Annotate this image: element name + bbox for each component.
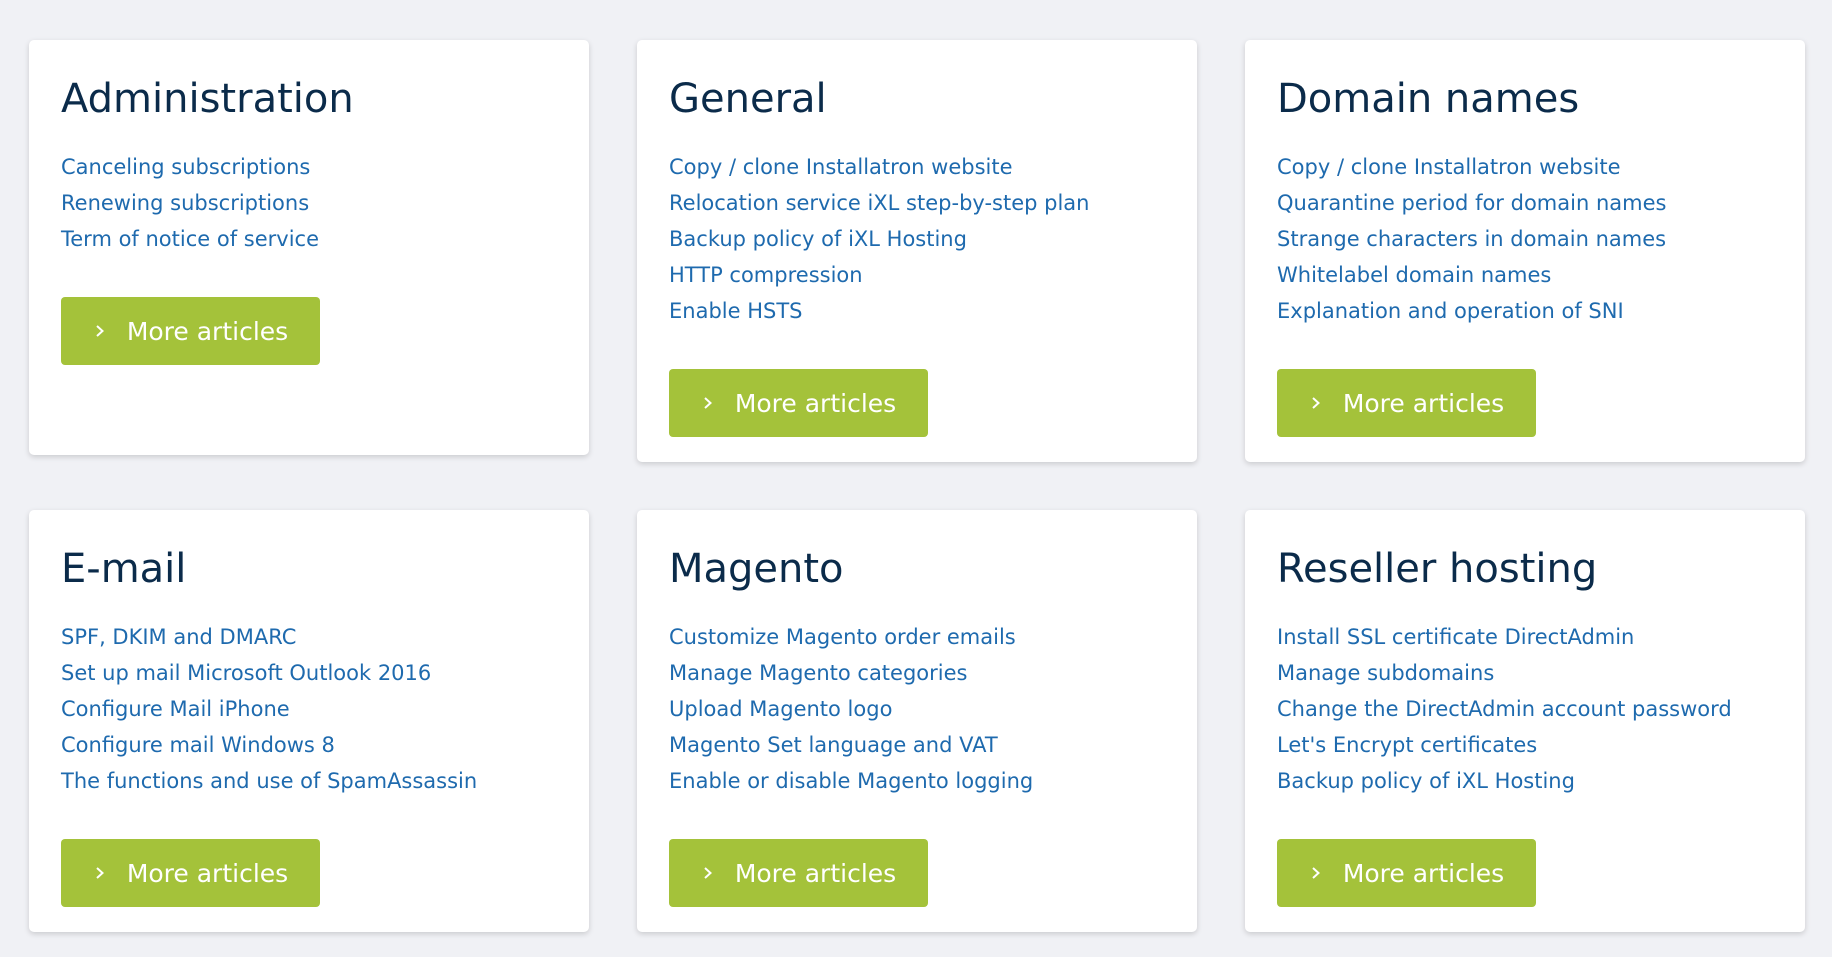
list-item: Whitelabel domain names bbox=[1277, 257, 1773, 293]
article-list: Canceling subscriptions Renewing subscri… bbox=[61, 149, 557, 257]
chevron-right-icon bbox=[701, 866, 715, 880]
chevron-right-icon bbox=[1309, 866, 1323, 880]
more-articles-label: More articles bbox=[126, 316, 289, 346]
list-item: Backup policy of iXL Hosting bbox=[669, 221, 1165, 257]
article-link[interactable]: Upload Magento logo bbox=[669, 697, 892, 721]
list-item: Explanation and operation of SNI bbox=[1277, 293, 1773, 329]
article-link[interactable]: SPF, DKIM and DMARC bbox=[61, 625, 296, 649]
more-articles-button[interactable]: More articles bbox=[61, 839, 320, 907]
list-item: Change the DirectAdmin account password bbox=[1277, 691, 1773, 727]
article-link[interactable]: HTTP compression bbox=[669, 263, 863, 287]
category-card-domain-names: Domain names Copy / clone Installatron w… bbox=[1245, 40, 1805, 462]
category-card-reseller-hosting: Reseller hosting Install SSL certificate… bbox=[1245, 510, 1805, 932]
list-item: Magento Set language and VAT bbox=[669, 727, 1165, 763]
card-title: Domain names bbox=[1277, 76, 1580, 122]
list-item: Quarantine period for domain names bbox=[1277, 185, 1773, 221]
list-item: Enable HSTS bbox=[669, 293, 1165, 329]
more-articles-button[interactable]: More articles bbox=[1277, 839, 1536, 907]
list-item: Customize Magento order emails bbox=[669, 619, 1165, 655]
card-title: Reseller hosting bbox=[1277, 546, 1598, 592]
list-item: Enable or disable Magento logging bbox=[669, 763, 1165, 799]
article-list: SPF, DKIM and DMARC Set up mail Microsof… bbox=[61, 619, 557, 799]
chevron-right-icon bbox=[93, 324, 107, 338]
article-list: Copy / clone Installatron website Reloca… bbox=[669, 149, 1165, 329]
article-link[interactable]: Customize Magento order emails bbox=[669, 625, 1016, 649]
article-link[interactable]: Enable or disable Magento logging bbox=[669, 769, 1033, 793]
article-list: Customize Magento order emails Manage Ma… bbox=[669, 619, 1165, 799]
article-link[interactable]: The functions and use of SpamAssassin bbox=[61, 769, 477, 793]
article-link[interactable]: Quarantine period for domain names bbox=[1277, 191, 1666, 215]
more-articles-label: More articles bbox=[1342, 388, 1505, 418]
article-link[interactable]: Copy / clone Installatron website bbox=[1277, 155, 1621, 179]
category-card-administration: Administration Canceling subscriptions R… bbox=[29, 40, 589, 455]
list-item: Copy / clone Installatron website bbox=[669, 149, 1165, 185]
article-link[interactable]: Set up mail Microsoft Outlook 2016 bbox=[61, 661, 431, 685]
more-articles-label: More articles bbox=[734, 858, 897, 888]
list-item: Copy / clone Installatron website bbox=[1277, 149, 1773, 185]
more-articles-label: More articles bbox=[734, 388, 897, 418]
more-articles-button[interactable]: More articles bbox=[61, 297, 320, 365]
list-item: Set up mail Microsoft Outlook 2016 bbox=[61, 655, 557, 691]
article-link[interactable]: Backup policy of iXL Hosting bbox=[1277, 769, 1575, 793]
article-list: Copy / clone Installatron website Quaran… bbox=[1277, 149, 1773, 329]
category-card-email: E-mail SPF, DKIM and DMARC Set up mail M… bbox=[29, 510, 589, 932]
list-item: Configure mail Windows 8 bbox=[61, 727, 557, 763]
article-link[interactable]: Copy / clone Installatron website bbox=[669, 155, 1013, 179]
article-link[interactable]: Term of notice of service bbox=[61, 227, 319, 251]
article-link[interactable]: Explanation and operation of SNI bbox=[1277, 299, 1624, 323]
card-title: E-mail bbox=[61, 546, 187, 592]
category-card-general: General Copy / clone Installatron websit… bbox=[637, 40, 1197, 462]
list-item: Backup policy of iXL Hosting bbox=[1277, 763, 1773, 799]
more-articles-button[interactable]: More articles bbox=[1277, 369, 1536, 437]
article-link[interactable]: Renewing subscriptions bbox=[61, 191, 309, 215]
article-link[interactable]: Strange characters in domain names bbox=[1277, 227, 1666, 251]
list-item: Manage Magento categories bbox=[669, 655, 1165, 691]
article-list: Install SSL certificate DirectAdmin Mana… bbox=[1277, 619, 1773, 799]
article-link[interactable]: Let's Encrypt certificates bbox=[1277, 733, 1537, 757]
list-item: The functions and use of SpamAssassin bbox=[61, 763, 557, 799]
article-link[interactable]: Enable HSTS bbox=[669, 299, 803, 323]
article-link[interactable]: Manage Magento categories bbox=[669, 661, 967, 685]
list-item: Upload Magento logo bbox=[669, 691, 1165, 727]
list-item: Configure Mail iPhone bbox=[61, 691, 557, 727]
chevron-right-icon bbox=[93, 866, 107, 880]
more-articles-button[interactable]: More articles bbox=[669, 369, 928, 437]
more-articles-label: More articles bbox=[126, 858, 289, 888]
list-item: Relocation service iXL step-by-step plan bbox=[669, 185, 1165, 221]
article-link[interactable]: Manage subdomains bbox=[1277, 661, 1494, 685]
list-item: SPF, DKIM and DMARC bbox=[61, 619, 557, 655]
article-link[interactable]: Change the DirectAdmin account password bbox=[1277, 697, 1732, 721]
list-item: Canceling subscriptions bbox=[61, 149, 557, 185]
chevron-right-icon bbox=[701, 396, 715, 410]
list-item: Install SSL certificate DirectAdmin bbox=[1277, 619, 1773, 655]
article-link[interactable]: Relocation service iXL step-by-step plan bbox=[669, 191, 1089, 215]
category-card-magento: Magento Customize Magento order emails M… bbox=[637, 510, 1197, 932]
article-link[interactable]: Install SSL certificate DirectAdmin bbox=[1277, 625, 1634, 649]
article-link[interactable]: Backup policy of iXL Hosting bbox=[669, 227, 967, 251]
list-item: Strange characters in domain names bbox=[1277, 221, 1773, 257]
chevron-right-icon bbox=[1309, 396, 1323, 410]
card-title: Administration bbox=[61, 76, 354, 122]
more-articles-label: More articles bbox=[1342, 858, 1505, 888]
article-link[interactable]: Magento Set language and VAT bbox=[669, 733, 998, 757]
list-item: Term of notice of service bbox=[61, 221, 557, 257]
list-item: Let's Encrypt certificates bbox=[1277, 727, 1773, 763]
article-link[interactable]: Configure mail Windows 8 bbox=[61, 733, 335, 757]
more-articles-button[interactable]: More articles bbox=[669, 839, 928, 907]
knowledge-base-categories: Administration Canceling subscriptions R… bbox=[0, 0, 1832, 957]
list-item: Renewing subscriptions bbox=[61, 185, 557, 221]
list-item: Manage subdomains bbox=[1277, 655, 1773, 691]
article-link[interactable]: Canceling subscriptions bbox=[61, 155, 310, 179]
card-title: Magento bbox=[669, 546, 844, 592]
article-link[interactable]: Whitelabel domain names bbox=[1277, 263, 1551, 287]
article-link[interactable]: Configure Mail iPhone bbox=[61, 697, 290, 721]
list-item: HTTP compression bbox=[669, 257, 1165, 293]
card-title: General bbox=[669, 76, 827, 122]
